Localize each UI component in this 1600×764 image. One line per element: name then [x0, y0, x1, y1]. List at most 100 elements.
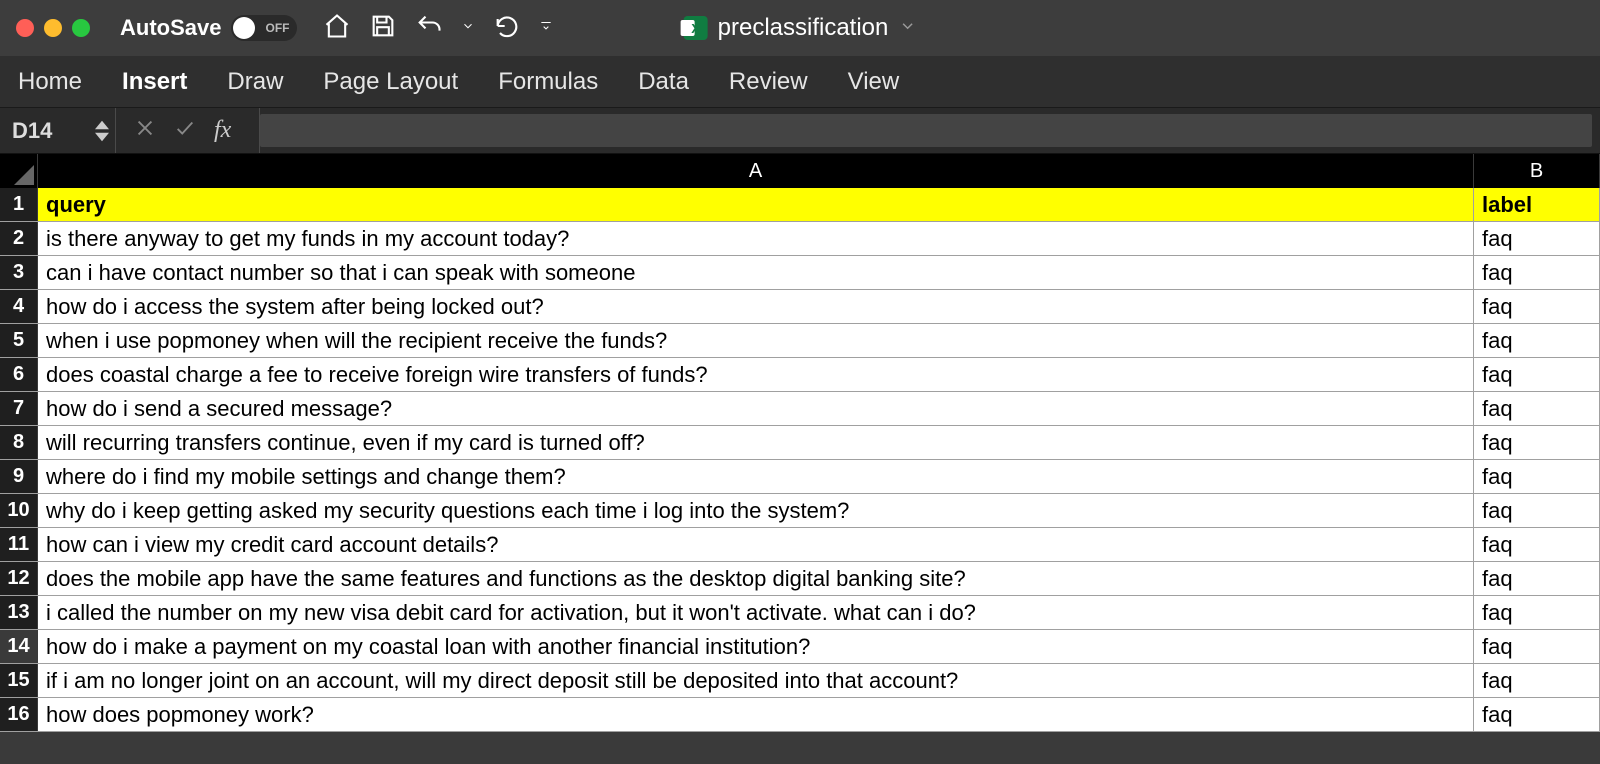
- fx-label[interactable]: fx: [214, 117, 241, 144]
- cell-query[interactable]: does coastal charge a fee to receive for…: [38, 358, 1474, 391]
- column-header-B[interactable]: B: [1474, 154, 1600, 188]
- home-icon[interactable]: [323, 12, 351, 45]
- cell-query[interactable]: how do i access the system after being l…: [38, 290, 1474, 323]
- row-number[interactable]: 13: [0, 596, 38, 629]
- table-row: 9where do i find my mobile settings and …: [0, 460, 1600, 494]
- cell-label[interactable]: faq: [1474, 222, 1600, 255]
- redo-icon[interactable]: [493, 12, 521, 45]
- cell-label[interactable]: faq: [1474, 596, 1600, 629]
- cell-label[interactable]: faq: [1474, 562, 1600, 595]
- accept-formula-icon[interactable]: [174, 117, 196, 145]
- ribbon-tab-formulas[interactable]: Formulas: [498, 68, 598, 96]
- header-cell-label[interactable]: label: [1474, 188, 1600, 221]
- name-box[interactable]: D14: [0, 108, 116, 153]
- close-window-button[interactable]: [16, 19, 34, 37]
- column-headers: A B: [0, 154, 1600, 188]
- cell-query[interactable]: is there anyway to get my funds in my ac…: [38, 222, 1474, 255]
- row-number[interactable]: 15: [0, 664, 38, 697]
- table-row: 5when i use popmoney when will the recip…: [0, 324, 1600, 358]
- select-all-corner[interactable]: [0, 154, 38, 188]
- row-number[interactable]: 7: [0, 392, 38, 425]
- column-header-A[interactable]: A: [38, 154, 1474, 188]
- table-row: 3can i have contact number so that i can…: [0, 256, 1600, 290]
- save-icon[interactable]: [369, 12, 397, 45]
- cell-label[interactable]: faq: [1474, 426, 1600, 459]
- row-number[interactable]: 9: [0, 460, 38, 493]
- cancel-formula-icon[interactable]: [134, 117, 156, 145]
- row-number[interactable]: 16: [0, 698, 38, 731]
- cell-query[interactable]: how do i send a secured message?: [38, 392, 1474, 425]
- table-header-row: 1 query label: [0, 188, 1600, 222]
- row-number[interactable]: 5: [0, 324, 38, 357]
- titlebar: AutoSave OFF X preclassification: [0, 0, 1600, 56]
- cell-query[interactable]: can i have contact number so that i can …: [38, 256, 1474, 289]
- cell-query[interactable]: will recurring transfers continue, even …: [38, 426, 1474, 459]
- formula-bar: D14 fx: [0, 108, 1600, 154]
- row-number[interactable]: 8: [0, 426, 38, 459]
- row-number[interactable]: 4: [0, 290, 38, 323]
- header-cell-query[interactable]: query: [38, 188, 1474, 221]
- table-row: 12does the mobile app have the same feat…: [0, 562, 1600, 596]
- cell-label[interactable]: faq: [1474, 664, 1600, 697]
- row-number[interactable]: 11: [0, 528, 38, 561]
- name-box-stepper[interactable]: [95, 120, 109, 142]
- formula-bar-buttons: fx: [116, 108, 260, 153]
- qat-customize-icon[interactable]: [539, 19, 553, 38]
- table-row: 13i called the number on my new visa deb…: [0, 596, 1600, 630]
- cell-query[interactable]: why do i keep getting asked my security …: [38, 494, 1474, 527]
- document-title-chevron-icon[interactable]: [898, 14, 916, 42]
- window-controls: [16, 19, 90, 37]
- ribbon-tab-review[interactable]: Review: [729, 68, 808, 96]
- row-number[interactable]: 14: [0, 630, 38, 663]
- cell-query[interactable]: where do i find my mobile settings and c…: [38, 460, 1474, 493]
- spreadsheet-grid: A B 1 query label 2is there anyway to ge…: [0, 154, 1600, 732]
- formula-input[interactable]: [260, 114, 1592, 147]
- cell-query[interactable]: how can i view my credit card account de…: [38, 528, 1474, 561]
- table-row: 6does coastal charge a fee to receive fo…: [0, 358, 1600, 392]
- ribbon-tab-page-layout[interactable]: Page Layout: [323, 68, 458, 96]
- undo-icon[interactable]: [415, 12, 443, 45]
- cell-query[interactable]: how does popmoney work?: [38, 698, 1474, 731]
- undo-dropdown-icon[interactable]: [461, 19, 475, 38]
- cell-label[interactable]: faq: [1474, 494, 1600, 527]
- row-number[interactable]: 3: [0, 256, 38, 289]
- ribbon-tab-home[interactable]: Home: [18, 68, 82, 96]
- ribbon-tabs: Home Insert Draw Page Layout Formulas Data Rev…: [0, 56, 1600, 108]
- cell-label[interactable]: faq: [1474, 698, 1600, 731]
- ribbon-tab-view[interactable]: View: [848, 68, 900, 96]
- cell-query[interactable]: does the mobile app have the same featur…: [38, 562, 1474, 595]
- cell-label[interactable]: faq: [1474, 392, 1600, 425]
- cell-label[interactable]: faq: [1474, 324, 1600, 357]
- chevron-up-icon: [95, 120, 109, 130]
- cell-label[interactable]: faq: [1474, 630, 1600, 663]
- ribbon-tab-insert[interactable]: Insert: [122, 68, 187, 96]
- cell-label[interactable]: faq: [1474, 256, 1600, 289]
- autosave-toggle[interactable]: OFF: [231, 15, 297, 41]
- ribbon-tab-draw[interactable]: Draw: [227, 68, 283, 96]
- table-row: 4how do i access the system after being …: [0, 290, 1600, 324]
- autosave-state: OFF: [265, 21, 289, 35]
- row-number[interactable]: 6: [0, 358, 38, 391]
- row-number[interactable]: 2: [0, 222, 38, 255]
- quick-access-toolbar: [323, 12, 553, 45]
- table-row: 11how can i view my credit card account …: [0, 528, 1600, 562]
- table-row: 8will recurring transfers continue, even…: [0, 426, 1600, 460]
- autosave-label: AutoSave: [120, 15, 221, 41]
- document-title[interactable]: X preclassification: [684, 14, 917, 42]
- cell-label[interactable]: faq: [1474, 290, 1600, 323]
- table-row: 2is there anyway to get my funds in my a…: [0, 222, 1600, 256]
- cell-query[interactable]: when i use popmoney when will the recipi…: [38, 324, 1474, 357]
- cell-query[interactable]: if i am no longer joint on an account, w…: [38, 664, 1474, 697]
- row-number[interactable]: 10: [0, 494, 38, 527]
- maximize-window-button[interactable]: [72, 19, 90, 37]
- row-number[interactable]: 12: [0, 562, 38, 595]
- cell-label[interactable]: faq: [1474, 460, 1600, 493]
- ribbon-tab-data[interactable]: Data: [638, 68, 689, 96]
- minimize-window-button[interactable]: [44, 19, 62, 37]
- table-row: 10why do i keep getting asked my securit…: [0, 494, 1600, 528]
- cell-query[interactable]: how do i make a payment on my coastal lo…: [38, 630, 1474, 663]
- cell-label[interactable]: faq: [1474, 528, 1600, 561]
- cell-label[interactable]: faq: [1474, 358, 1600, 391]
- row-number[interactable]: 1: [0, 188, 38, 221]
- cell-query[interactable]: i called the number on my new visa debit…: [38, 596, 1474, 629]
